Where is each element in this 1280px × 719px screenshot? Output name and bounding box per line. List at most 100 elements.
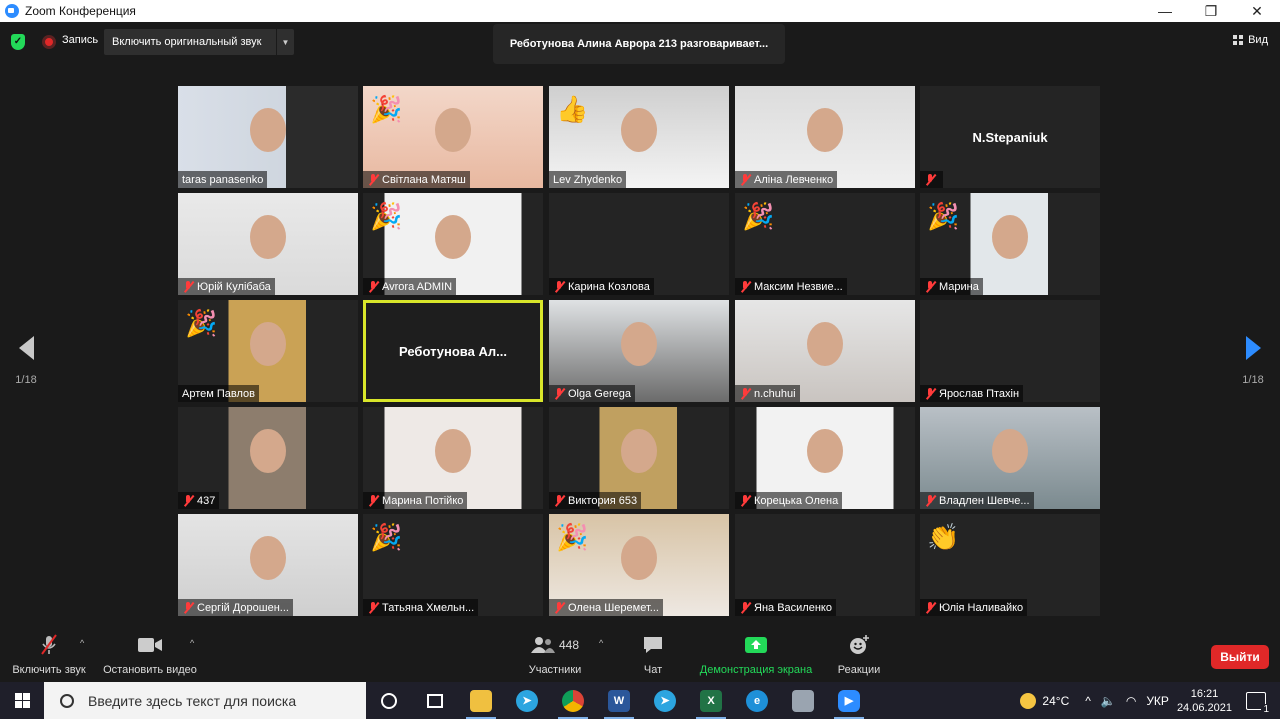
video-tile[interactable]: Марина Потійко	[363, 407, 543, 509]
participant-name: Олена Шеремет...	[568, 601, 659, 614]
computer-icon	[792, 689, 814, 712]
taskbar-word[interactable]: W	[596, 682, 642, 719]
participant-video-thumbnail	[807, 322, 843, 366]
participant-name: Olga Gerega	[568, 387, 631, 400]
weather-icon[interactable]	[1020, 692, 1037, 709]
mic-muted-icon	[739, 280, 751, 293]
video-options-chevron-icon[interactable]: ^	[190, 638, 194, 648]
video-tile[interactable]: Карина Козлова	[549, 193, 729, 295]
taskbar-clock[interactable]: 16:21 24.06.2021	[1177, 687, 1232, 715]
reaction-emoji-icon: 🎉	[370, 94, 403, 124]
video-tile[interactable]: 437	[178, 407, 358, 509]
participant-video-thumbnail	[250, 108, 286, 152]
video-tile[interactable]: Ярослав Птахін	[920, 300, 1100, 402]
reactions-button[interactable]: Реакции	[834, 634, 884, 676]
video-tile[interactable]: Владлен Шевче...	[920, 407, 1100, 509]
video-tile[interactable]: 🎉 Артем Павлов	[178, 300, 358, 402]
video-tile[interactable]: taras panasenko	[178, 86, 358, 188]
share-screen-button[interactable]: Демонстрация экрана	[694, 634, 818, 676]
security-shield-icon[interactable]: ✓	[11, 34, 25, 50]
participant-name: Юлія Наливайко	[939, 601, 1024, 614]
notification-count: 1	[1261, 703, 1271, 715]
participant-name-label: Марина	[920, 278, 983, 295]
mic-muted-icon	[182, 280, 194, 293]
share-screen-icon	[745, 637, 767, 653]
smiley-plus-icon	[850, 635, 869, 654]
participant-name-label: Карина Козлова	[549, 278, 654, 295]
unmute-button[interactable]: Включить звук	[8, 634, 90, 676]
task-view-button[interactable]	[412, 682, 458, 719]
participants-chevron-icon[interactable]: ^	[599, 638, 603, 648]
language-indicator[interactable]: УКР	[1146, 694, 1169, 708]
chat-button[interactable]: Чат	[634, 634, 672, 676]
video-tile[interactable]: 🎉 Avrora ADMIN	[363, 193, 543, 295]
video-tile[interactable]: Сергій Дорошен...	[178, 514, 358, 616]
mic-muted-icon	[182, 494, 194, 507]
taskbar-network-app[interactable]	[780, 682, 826, 719]
taskbar-chrome[interactable]	[550, 682, 596, 719]
close-button[interactable]: ✕	[1234, 0, 1280, 22]
audio-options-chevron-icon[interactable]: ^	[80, 638, 84, 648]
video-tile[interactable]: 🎉 Марина	[920, 193, 1100, 295]
taskbar-excel[interactable]: X	[688, 682, 734, 719]
video-tile[interactable]: Виктория 653	[549, 407, 729, 509]
video-tile[interactable]: 🎉 Світлана Матяш	[363, 86, 543, 188]
video-tile[interactable]: n.chuhui	[735, 300, 915, 402]
participant-name: Виктория 653	[568, 494, 638, 507]
chrome-icon	[562, 689, 584, 712]
view-label: Вид	[1248, 34, 1268, 46]
reaction-emoji-icon: 🎉	[370, 522, 403, 552]
video-tile[interactable]: 🎉 Олена Шеремет...	[549, 514, 729, 616]
chevron-down-icon[interactable]: ▼	[276, 29, 294, 55]
record-label[interactable]: Запись	[62, 34, 98, 46]
temperature[interactable]: 24°C	[1042, 694, 1069, 708]
video-tile[interactable]: 👍 Lev Zhydenko	[549, 86, 729, 188]
show-hidden-icons-chevron-icon[interactable]: ^	[1085, 694, 1091, 708]
video-tile[interactable]: Olga Gerega	[549, 300, 729, 402]
participant-name: Яна Василенко	[754, 601, 832, 614]
video-tile[interactable]: Юрій Кулібаба	[178, 193, 358, 295]
participant-name: 437	[197, 494, 216, 507]
taskbar-zoom[interactable]: ▶	[826, 682, 872, 719]
taskbar-file-explorer[interactable]	[458, 682, 504, 719]
prev-page-button[interactable]: 1/18	[9, 336, 43, 386]
record-icon[interactable]	[42, 35, 56, 49]
search-icon	[60, 693, 74, 708]
video-tile[interactable]: Реботунова Ал...	[363, 300, 543, 402]
start-button[interactable]	[0, 682, 44, 719]
original-sound-button[interactable]: Включить оригинальный звук ▼	[104, 29, 294, 55]
mic-muted-icon	[739, 601, 751, 614]
taskbar-telegram-2[interactable]: ➤	[642, 682, 688, 719]
chat-label: Чат	[643, 664, 663, 676]
mic-muted-icon	[41, 634, 57, 655]
participant-name-label: Світлана Матяш	[363, 171, 470, 188]
participant-name: Lev Zhydenko	[553, 173, 623, 186]
participant-video-thumbnail	[992, 215, 1028, 259]
video-tile[interactable]: 🎉 Максим Незвие...	[735, 193, 915, 295]
taskbar-telegram[interactable]: ➤	[504, 682, 550, 719]
mic-muted-icon	[739, 387, 751, 400]
video-tile[interactable]: Аліна Левченко	[735, 86, 915, 188]
participant-display-name: N.Stepaniuk	[972, 129, 1048, 145]
participant-name: Максим Незвие...	[754, 280, 843, 293]
notifications-icon[interactable]: 1	[1246, 691, 1271, 715]
wifi-icon[interactable]: ◠	[1126, 694, 1136, 708]
taskbar-edge[interactable]: e	[734, 682, 780, 719]
video-tile[interactable]: 🎉 Татьяна Хмельн...	[363, 514, 543, 616]
participant-video-thumbnail	[621, 429, 657, 473]
task-view-icon	[427, 693, 443, 708]
next-page-button[interactable]: 1/18	[1236, 336, 1270, 386]
restore-button[interactable]: ❐	[1188, 0, 1234, 22]
video-tile[interactable]: Корецька Олена	[735, 407, 915, 509]
speaker-icon[interactable]: 🔈	[1101, 694, 1116, 708]
view-button[interactable]: Вид	[1233, 34, 1268, 46]
video-tile[interactable]: Яна Василенко	[735, 514, 915, 616]
video-tile[interactable]: N.Stepaniuk	[920, 86, 1100, 188]
participants-button[interactable]: 448 Участники	[522, 634, 588, 676]
video-tile[interactable]: 👏 Юлія Наливайко	[920, 514, 1100, 616]
leave-meeting-button[interactable]: Выйти	[1211, 645, 1269, 669]
minimize-button[interactable]: —	[1142, 0, 1188, 22]
taskbar-search[interactable]: Введите здесь текст для поиска	[44, 682, 366, 719]
cortana-button[interactable]	[366, 682, 412, 719]
stop-video-button[interactable]: Остановить видео	[100, 634, 200, 676]
